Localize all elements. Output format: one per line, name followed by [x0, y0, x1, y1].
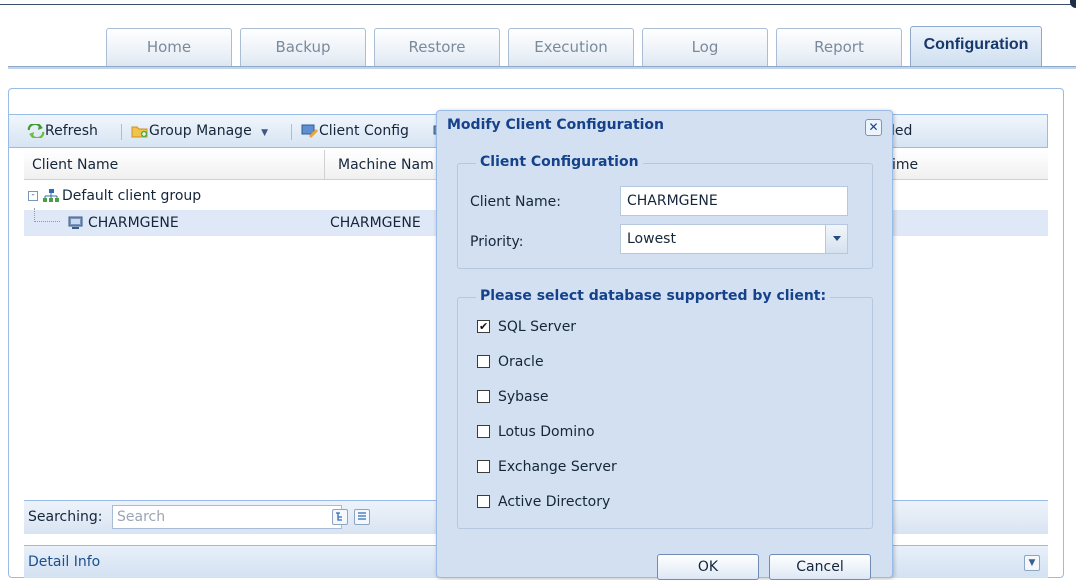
client-config-button[interactable]: Client Config: [301, 115, 409, 147]
group-manage-label: Group Manage: [149, 123, 252, 139]
expand-tree-icon: [336, 512, 342, 521]
checkbox-label: Lotus Domino: [498, 424, 595, 440]
machine-name-cell: CHARMGENE: [330, 215, 421, 231]
checkbox-lotus-domino[interactable]: Lotus Domino: [477, 422, 595, 442]
tab-configuration[interactable]: Configuration: [910, 26, 1042, 66]
modify-client-dialog: Modify Client Configuration ✕ Client Con…: [436, 110, 893, 580]
computer-icon: [68, 216, 83, 229]
close-icon: ✕: [868, 120, 879, 134]
dropdown-arrow-icon: ▼: [261, 128, 269, 138]
tab-baseline: [8, 66, 1076, 69]
tab-home[interactable]: Home: [106, 28, 232, 66]
close-button[interactable]: ✕: [865, 119, 882, 136]
checkbox-label: Oracle: [498, 354, 544, 370]
tree-line: [34, 208, 60, 222]
client-config-label: Client Config: [319, 123, 409, 139]
collapse-tree-icon[interactable]: -: [28, 191, 38, 201]
search-label: Searching:: [28, 509, 103, 525]
tab-report[interactable]: Report: [776, 28, 902, 66]
tab-execution[interactable]: Execution: [508, 28, 634, 66]
checkbox-unchecked[interactable]: [477, 424, 490, 438]
column-partial[interactable]: ime: [892, 150, 918, 180]
cancel-button[interactable]: Cancel: [769, 554, 871, 580]
toolbar-separator: [121, 124, 122, 140]
expand-down-icon[interactable]: ▼: [1024, 555, 1040, 571]
database-legend: Please select database supported by clie…: [476, 288, 831, 304]
column-machine-name[interactable]: Machine Nam: [338, 150, 434, 180]
client-name-field[interactable]: CHARMGENE: [620, 186, 848, 216]
ok-button[interactable]: OK: [657, 554, 759, 580]
chevron-down-icon[interactable]: [825, 225, 847, 253]
toolbar-separator: [291, 124, 292, 140]
checkbox-label: SQL Server: [498, 319, 577, 335]
checkbox-label: Sybase: [498, 389, 549, 405]
checkbox-unchecked[interactable]: [477, 459, 490, 473]
list-icon: [358, 512, 366, 520]
list-view-button[interactable]: [354, 509, 370, 525]
checkbox-unchecked[interactable]: [477, 389, 490, 403]
checkbox-oracle[interactable]: Oracle: [477, 352, 544, 372]
priority-value: Lowest: [627, 231, 676, 247]
refresh-button[interactable]: Refresh: [27, 115, 98, 147]
client-config-legend: Client Configuration: [476, 154, 643, 170]
refresh-label: Refresh: [45, 123, 98, 139]
detail-info-title[interactable]: Detail Info: [28, 546, 100, 579]
tab-log[interactable]: Log: [642, 28, 768, 66]
toolbar-partial-label[interactable]: led: [891, 115, 912, 147]
main-nav-tabs: Home Backup Restore Execution Log Report…: [0, 26, 1076, 74]
folder-add-icon: [131, 126, 148, 138]
checkbox-sql-server[interactable]: SQL Server: [477, 317, 576, 337]
client-config-icon: [301, 124, 318, 138]
checkbox-label: Active Directory: [498, 494, 611, 510]
client-name-label: Client Name:: [470, 194, 561, 210]
group-manage-button[interactable]: Group Manage ▼: [131, 115, 268, 147]
top-border: [0, 0, 1076, 8]
checkbox-checked[interactable]: [477, 317, 490, 337]
column-client-name[interactable]: Client Name: [32, 150, 118, 180]
checkbox-sybase[interactable]: Sybase: [477, 387, 549, 407]
dialog-title: Modify Client Configuration: [447, 117, 665, 133]
checkbox-exchange-server[interactable]: Exchange Server: [477, 457, 617, 477]
refresh-icon: [27, 124, 45, 138]
checkbox-active-directory[interactable]: Active Directory: [477, 492, 610, 512]
column-divider: [324, 150, 325, 180]
tab-restore[interactable]: Restore: [374, 28, 500, 66]
checkbox-unchecked[interactable]: [477, 354, 490, 368]
group-tree-icon: [43, 189, 59, 202]
priority-select[interactable]: Lowest: [620, 224, 848, 254]
client-name-cell: CHARMGENE: [88, 215, 179, 231]
group-row-label: Default client group: [62, 188, 202, 204]
expand-tree-button[interactable]: [332, 509, 348, 525]
priority-label: Priority:: [470, 234, 524, 250]
checkbox-unchecked[interactable]: [477, 494, 490, 508]
search-input[interactable]: Search: [112, 505, 342, 529]
checkbox-label: Exchange Server: [498, 459, 617, 475]
tab-backup[interactable]: Backup: [240, 28, 366, 66]
client-config-fieldset: Client Configuration Client Name: CHARMG…: [457, 154, 873, 269]
